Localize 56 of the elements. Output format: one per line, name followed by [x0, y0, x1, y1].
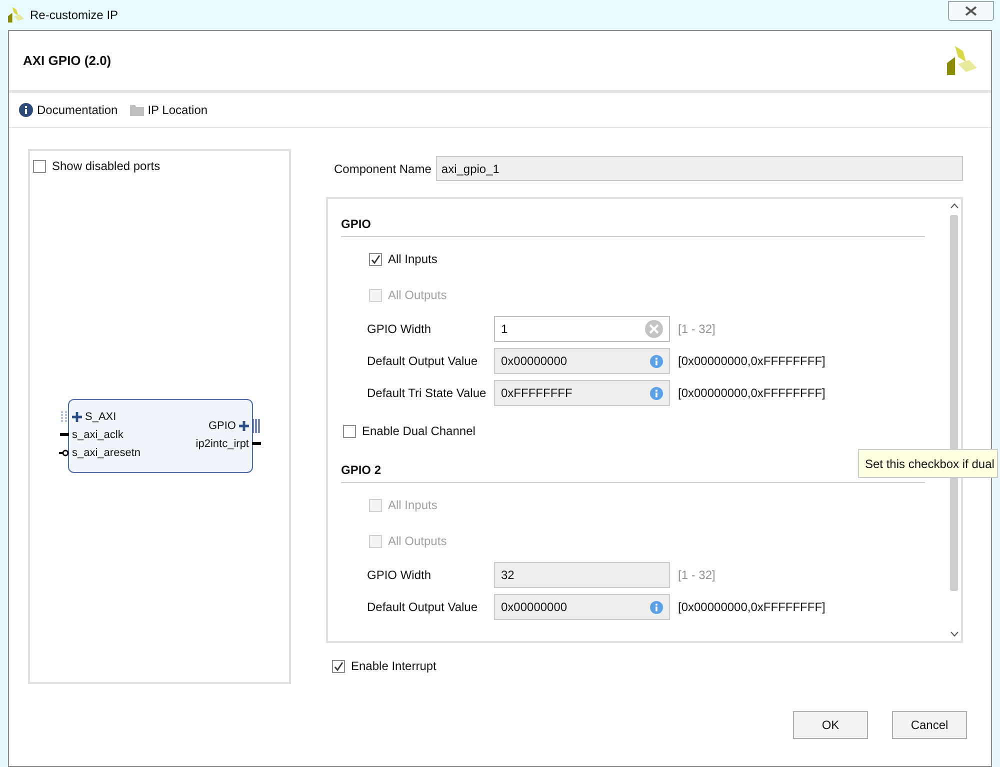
- section-heading: GPIO: [341, 217, 372, 231]
- info-icon: [19, 103, 33, 117]
- field-label: GPIO Width: [367, 321, 432, 338]
- port-label: ip2intc_irpt: [196, 436, 249, 452]
- checkbox[interactable]: [33, 160, 46, 172]
- checkbox[interactable]: [369, 252, 382, 266]
- field-label: Default Tri State Value: [367, 385, 488, 402]
- scroll-down-icon[interactable]: [950, 631, 958, 637]
- bus-stub-icon: [61, 411, 69, 423]
- info-icon: [650, 600, 663, 614]
- checkbox[interactable]: [332, 660, 345, 672]
- ip-title: AXI GPIO (2.0): [23, 52, 112, 70]
- component-name-field[interactable]: axi_gpio_1: [436, 156, 963, 181]
- input-field[interactable]: 1: [494, 316, 670, 342]
- folder-icon: [130, 104, 144, 116]
- port-label: s_axi_aresetn: [72, 446, 140, 461]
- port-label: S_AXI: [85, 410, 116, 425]
- checkbox-label: All Outputs: [388, 533, 447, 550]
- field-label: Default Output Value: [367, 353, 479, 370]
- dialog-button[interactable]: OK: [793, 711, 868, 739]
- port-label: GPIO: [208, 418, 236, 434]
- logo-icon: [947, 46, 977, 76]
- bus-stub-icon: [252, 419, 260, 433]
- range-hint: [0x00000000,0xFFFFFFFF]: [678, 353, 826, 370]
- toolbar-link[interactable]: Documentation: [19, 101, 118, 119]
- plus-icon[interactable]: [72, 412, 82, 422]
- window-title: Re-customize IP: [30, 7, 118, 24]
- plus-icon[interactable]: [239, 421, 249, 431]
- component-name-label: Component Name: [334, 160, 432, 178]
- logo-icon: [8, 7, 24, 23]
- info-icon: [650, 386, 663, 400]
- checkbox-label: All Inputs: [388, 251, 438, 268]
- close-icon: [965, 6, 977, 16]
- pin-icon: [60, 433, 69, 437]
- inverted-pin-icon: [59, 448, 69, 458]
- scroll-up-icon[interactable]: [950, 203, 958, 209]
- close-button[interactable]: [948, 1, 994, 21]
- toolbar-link[interactable]: IP Location: [130, 101, 208, 119]
- checkbox[interactable]: [343, 424, 356, 438]
- checkbox-label: All Outputs: [388, 287, 447, 304]
- info-icon: [650, 354, 663, 368]
- pin-icon: [252, 442, 261, 446]
- checkbox-label: Show disabled ports: [52, 158, 160, 175]
- range-hint: [1 - 32]: [678, 321, 716, 338]
- checkbox-label: Enable Interrupt: [351, 658, 436, 675]
- section-heading: GPIO 2: [341, 463, 382, 477]
- range-hint: [0x00000000,0xFFFFFFFF]: [678, 385, 826, 402]
- port-label: s_axi_aclk: [72, 428, 124, 443]
- dialog-button[interactable]: Cancel: [892, 711, 967, 739]
- range-hint: [0x00000000,0xFFFFFFFF]: [678, 599, 826, 616]
- checkbox-label: Enable Dual Channel: [362, 423, 476, 440]
- range-hint: [1 - 32]: [678, 567, 716, 584]
- checkbox-label: All Inputs: [388, 497, 438, 514]
- tooltip: Set this checkbox if dual: [858, 449, 998, 478]
- field-label: Default Output Value: [367, 599, 479, 616]
- field-label: GPIO Width: [367, 567, 432, 584]
